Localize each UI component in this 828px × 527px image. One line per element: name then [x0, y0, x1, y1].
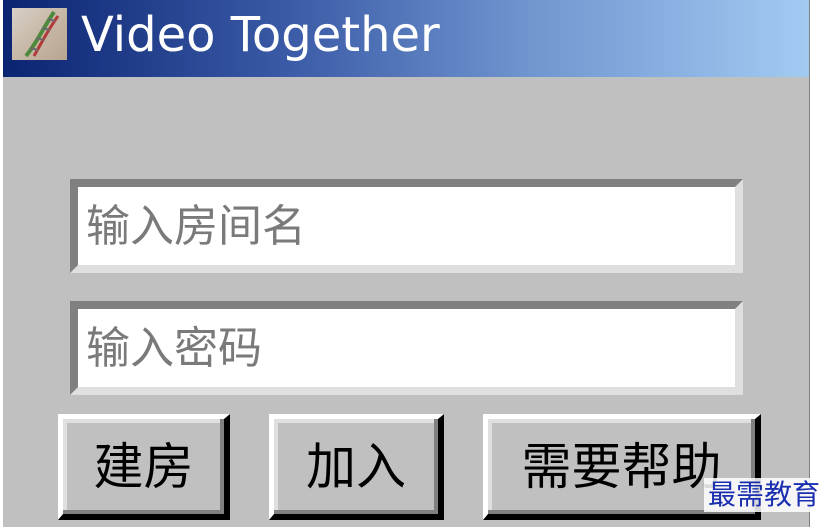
password-field: [70, 301, 743, 395]
create-room-button[interactable]: 建房: [58, 414, 230, 520]
dna-icon: [12, 8, 67, 60]
room-name-field: [70, 179, 743, 273]
join-room-button[interactable]: 加入: [269, 414, 444, 520]
title-bar[interactable]: Video Together: [3, 0, 809, 77]
password-input[interactable]: [78, 309, 735, 387]
watermark-text: 最需教育: [704, 478, 825, 512]
room-name-input[interactable]: [78, 187, 735, 265]
window-title: Video Together: [81, 7, 440, 63]
app-window: Video Together 建房 加入 需要帮助: [3, 0, 810, 527]
